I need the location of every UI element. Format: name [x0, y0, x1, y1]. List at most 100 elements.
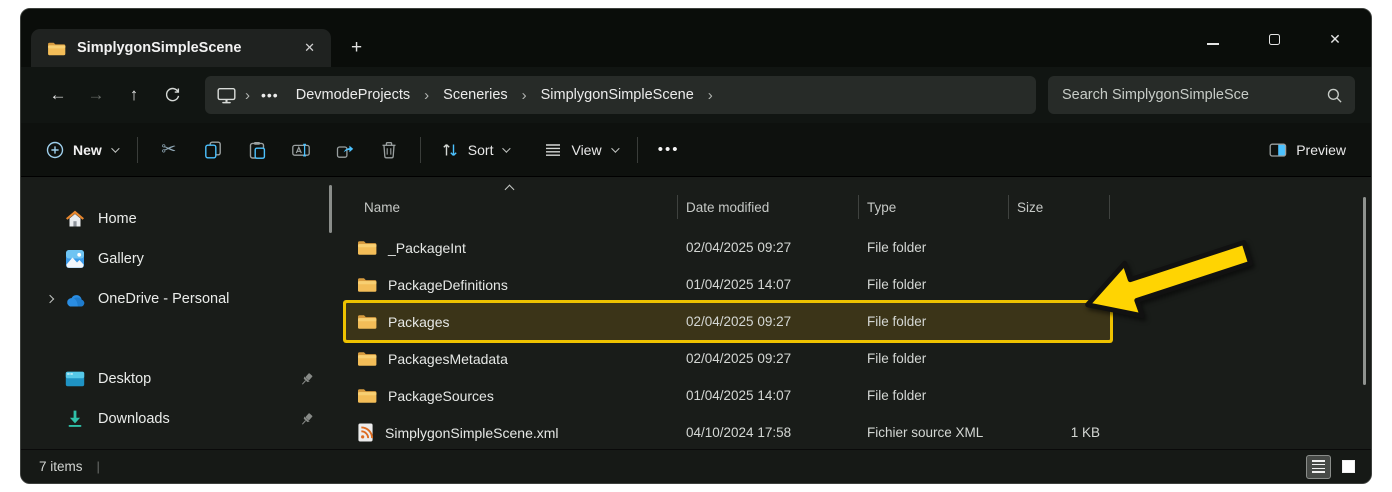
copy-button[interactable] — [191, 131, 235, 169]
folder-icon — [357, 387, 377, 404]
file-list-scrollbar[interactable] — [1363, 197, 1366, 385]
chevron-right-icon[interactable] — [35, 294, 65, 304]
share-button[interactable] — [323, 131, 367, 169]
toolbar-divider — [419, 136, 421, 163]
file-type: File folder — [867, 351, 927, 366]
maximize-icon — [1268, 33, 1280, 45]
large-icons-view-button[interactable] — [1336, 455, 1361, 479]
file-size: 1 KB — [1070, 425, 1100, 440]
chevron-right-icon: › — [245, 86, 250, 104]
cut-button[interactable]: ✂ — [147, 131, 191, 169]
chevron-right-icon: › — [707, 86, 713, 104]
column-header-size[interactable]: Size — [1009, 195, 1110, 219]
items-count: 7 items — [39, 459, 83, 474]
file-name: Packages — [388, 313, 450, 330]
home-icon — [65, 209, 85, 229]
plus-circle-icon — [46, 141, 64, 159]
sidebar-scrollbar[interactable] — [329, 185, 332, 233]
new-button[interactable]: New — [35, 131, 128, 169]
see-more-button[interactable]: ••• — [647, 131, 691, 169]
folder-icon — [357, 313, 377, 330]
tab-strip: SimplygonSimpleScene ✕ + ✕ — [21, 9, 1371, 67]
minimize-button[interactable] — [1205, 32, 1221, 48]
search-placeholder: Search SimplygonSimpleSce — [1062, 87, 1249, 103]
column-header-type[interactable]: Type — [859, 195, 1009, 219]
preview-button[interactable]: Preview — [1258, 131, 1357, 169]
search-icon — [1326, 87, 1343, 104]
table-row-highlighted-packages[interactable]: Packages 02/04/2025 09:27 File folder — [346, 303, 1110, 340]
address-bar-row: ← → ↑ › ••• DevmodeProjects › Sceneries … — [21, 67, 1371, 123]
forward-button[interactable]: → — [77, 78, 115, 112]
window-controls: ✕ — [1205, 31, 1343, 48]
table-row[interactable]: _PackageInt 02/04/2025 09:27 File folder — [346, 229, 1110, 266]
breadcrumb[interactable]: › ••• DevmodeProjects › Sceneries › Simp… — [205, 76, 1036, 114]
file-type: File folder — [867, 388, 927, 403]
back-button[interactable]: ← — [39, 78, 77, 112]
chevron-down-icon — [610, 143, 620, 153]
file-name: PackageSources — [388, 387, 494, 404]
folder-icon — [357, 239, 377, 256]
toolbar-divider — [136, 136, 138, 163]
file-date: 01/04/2025 14:07 — [686, 277, 792, 292]
view-toggles — [1306, 454, 1361, 479]
sidebar-item-desktop[interactable]: Desktop — [21, 359, 346, 399]
ellipsis-icon: ••• — [657, 141, 680, 158]
status-bar: 7 items | — [21, 449, 1371, 483]
view-button[interactable]: View — [533, 131, 627, 169]
column-headers: Name Date modified Type Size — [346, 184, 1371, 221]
table-row[interactable]: SimplygonSimpleScene.xml 04/10/2024 17:5… — [346, 414, 1110, 451]
chevron-right-icon: › — [424, 86, 430, 104]
file-type: Fichier source XML — [867, 425, 984, 440]
file-explorer-window: SimplygonSimpleScene ✕ + ✕ ← → ↑ › ••• D… — [20, 8, 1372, 484]
desktop-icon — [65, 371, 85, 387]
large-icons-view-icon — [1342, 460, 1355, 473]
tab-simplygonsimplescene[interactable]: SimplygonSimpleScene ✕ — [31, 29, 331, 67]
rename-button[interactable] — [279, 131, 323, 169]
toolbar-divider — [636, 136, 638, 163]
search-input[interactable]: Search SimplygonSimpleSce — [1048, 76, 1355, 114]
folder-icon — [357, 350, 377, 367]
paste-button[interactable] — [235, 131, 279, 169]
this-pc-icon — [217, 87, 236, 104]
file-date: 02/04/2025 09:27 — [686, 314, 792, 329]
file-name: PackagesMetadata — [388, 350, 508, 367]
paste-icon — [248, 141, 266, 159]
share-icon — [336, 141, 354, 159]
sidebar-item-onedrive[interactable]: OneDrive - Personal — [21, 279, 346, 319]
details-view-button[interactable] — [1306, 454, 1331, 479]
table-row[interactable]: PackageDefinitions 01/04/2025 14:07 File… — [346, 266, 1110, 303]
preview-pane-icon — [1269, 141, 1287, 159]
downloads-icon — [65, 409, 85, 429]
breadcrumb-overflow-button[interactable]: ••• — [255, 87, 285, 103]
delete-button[interactable] — [367, 131, 411, 169]
sort-ascending-caret-icon — [504, 184, 515, 195]
breadcrumb-item-sceneries[interactable]: Sceneries — [434, 83, 516, 107]
sidebar-item-home[interactable]: Home — [21, 199, 346, 239]
tab-close-icon[interactable]: ✕ — [300, 38, 319, 58]
sort-button[interactable]: Sort — [430, 131, 520, 169]
column-header-date-modified[interactable]: Date modified — [678, 195, 859, 219]
sidebar-item-gallery[interactable]: Gallery — [21, 239, 346, 279]
file-list-area: Name Date modified Type Size _PackageInt… — [346, 177, 1371, 449]
table-row[interactable]: PackagesMetadata 02/04/2025 09:27 File f… — [346, 340, 1110, 377]
file-date: 02/04/2025 09:27 — [686, 240, 792, 255]
new-tab-button[interactable]: + — [351, 37, 362, 59]
refresh-button[interactable] — [153, 78, 191, 112]
file-date: 04/10/2024 17:58 — [686, 425, 792, 440]
sidebar-item-downloads[interactable]: Downloads — [21, 399, 346, 439]
file-name: PackageDefinitions — [388, 276, 508, 293]
up-button[interactable]: ↑ — [115, 78, 153, 112]
file-type: File folder — [867, 314, 927, 329]
status-divider: | — [96, 459, 100, 474]
chevron-down-icon — [110, 143, 120, 153]
folder-icon — [357, 276, 377, 293]
column-header-name[interactable]: Name — [346, 195, 678, 219]
close-button[interactable]: ✕ — [1327, 31, 1343, 48]
gallery-icon — [65, 249, 85, 269]
breadcrumb-item-simplygonsimplescene[interactable]: SimplygonSimpleScene — [532, 83, 703, 107]
table-row[interactable]: PackageSources 01/04/2025 14:07 File fol… — [346, 377, 1110, 414]
maximize-button[interactable] — [1266, 32, 1282, 48]
breadcrumb-item-devmodeprojects[interactable]: DevmodeProjects — [287, 83, 419, 107]
tab-title: SimplygonSimpleScene — [77, 40, 242, 56]
